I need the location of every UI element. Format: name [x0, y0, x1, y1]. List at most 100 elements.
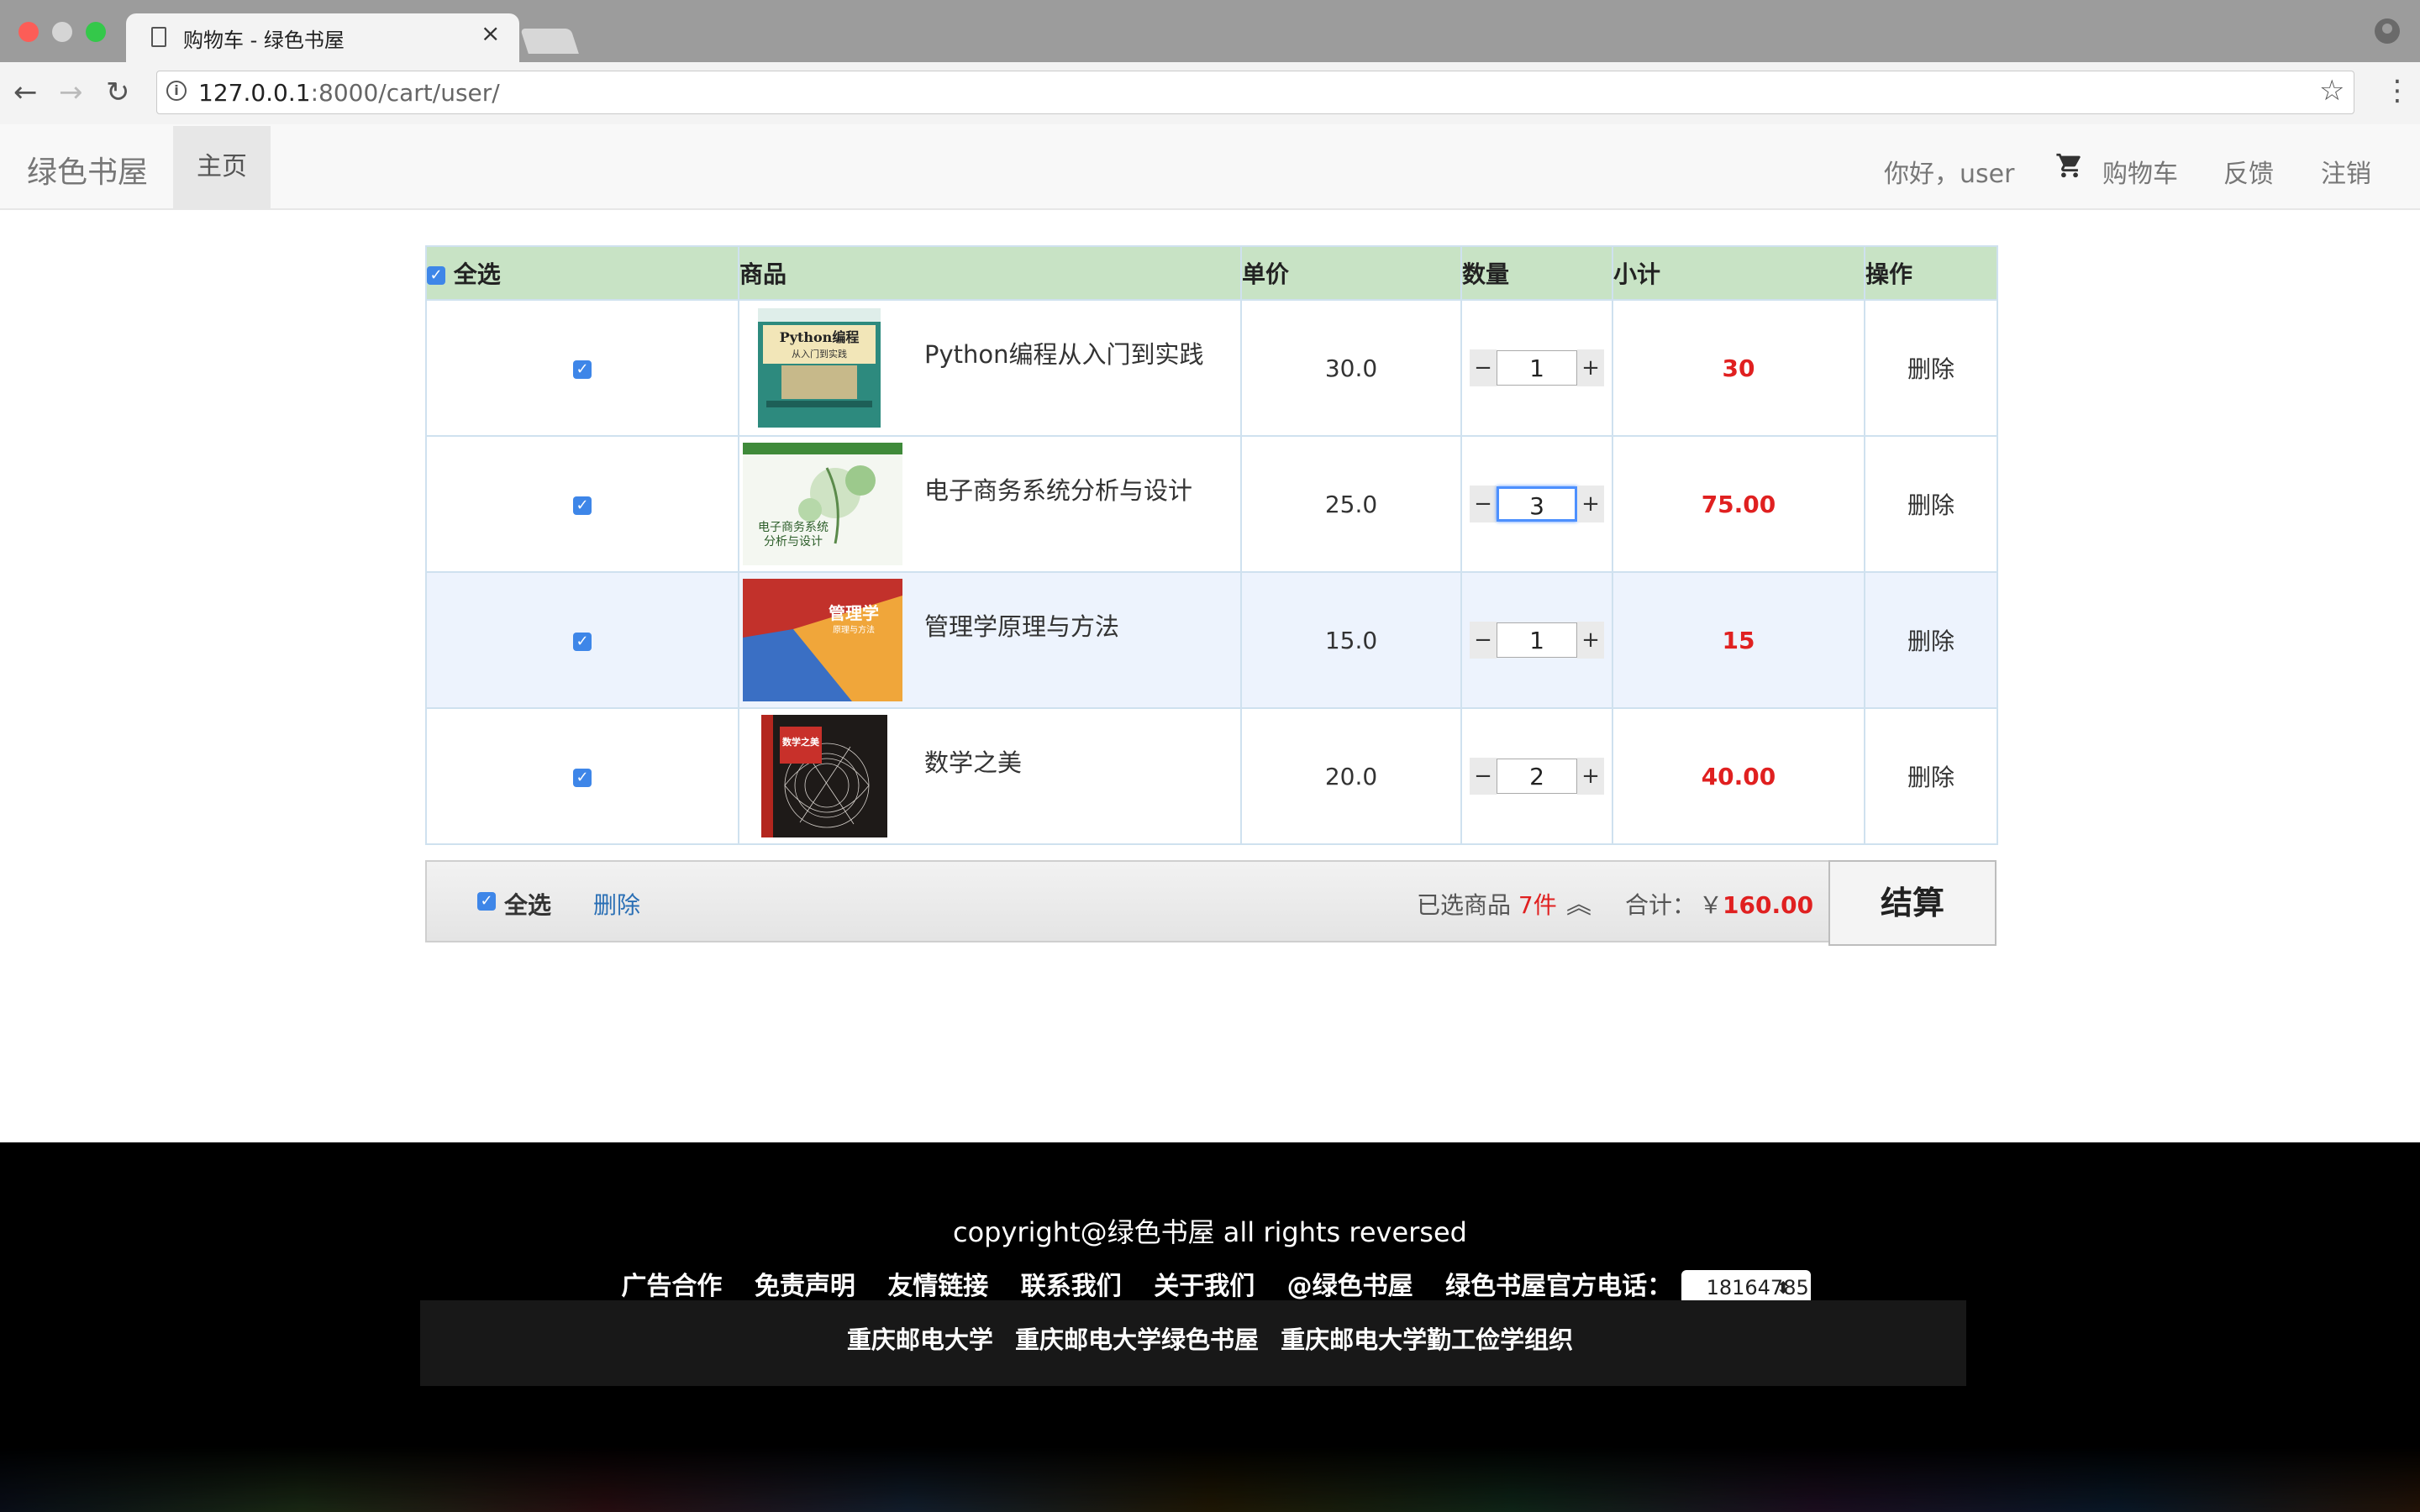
footer-link-ads[interactable]: 广告合作: [621, 1272, 722, 1301]
footer-decoration: [0, 1445, 2420, 1512]
increase-button[interactable]: +: [1577, 758, 1604, 795]
decrease-button[interactable]: −: [1470, 486, 1497, 522]
decrease-button[interactable]: −: [1470, 622, 1497, 659]
cart-table: ✓ 全选 商品 单价 数量 小计 操作 ✓ Python编程 从入门到实践 Py…: [425, 245, 1998, 845]
header-select-all[interactable]: ✓ 全选: [425, 245, 739, 301]
quantity-stepper: − 3 +: [1470, 486, 1604, 522]
new-tab-button[interactable]: [520, 29, 579, 54]
cover-subtitle: 从入门到实践: [792, 348, 847, 360]
quantity-input[interactable]: 1: [1497, 350, 1577, 386]
row-subtotal: 15: [1612, 571, 1865, 709]
footer-link-disclaimer[interactable]: 免责声明: [755, 1272, 855, 1301]
summary-select-all-checkbox[interactable]: ✓: [477, 892, 496, 911]
delete-link[interactable]: 删除: [1864, 707, 1998, 845]
unit-price: 15.0: [1240, 571, 1462, 709]
footer-link-about[interactable]: 关于我们: [1154, 1272, 1255, 1301]
cover-subtitle: 分析与设计: [764, 535, 823, 549]
checkout-button[interactable]: 结算: [1828, 860, 1996, 946]
table-row: ✓ 数学之美 数学之美 20.0 − 2 + 40.00 删除: [425, 707, 1998, 845]
goods-name[interactable]: Python编程从入门到实践: [924, 335, 1204, 370]
header-select-all-label: 全选: [453, 260, 501, 288]
book-cover-image[interactable]: 电子商务系统 分析与设计: [743, 443, 902, 565]
tab-close-icon[interactable]: ×: [481, 22, 500, 45]
info-icon[interactable]: i: [166, 81, 187, 101]
row-subtotal: 30: [1612, 299, 1865, 437]
partner-link-work-study[interactable]: 重庆邮电大学勤工俭学组织: [1281, 1326, 1573, 1354]
book-cover-image[interactable]: 数学之美: [761, 715, 887, 837]
header-quantity: 数量: [1460, 245, 1613, 301]
selected-count: 7件: [1518, 891, 1557, 919]
quantity-input[interactable]: 3: [1497, 486, 1577, 522]
footer-phone-label: 绿色书屋官方电话：: [1445, 1272, 1673, 1301]
delete-link[interactable]: 删除: [1864, 435, 1998, 573]
currency-symbol: ￥: [1699, 891, 1723, 919]
footer-link-friends[interactable]: 友情链接: [887, 1272, 988, 1301]
row-checkbox[interactable]: ✓: [573, 496, 592, 515]
bookmark-star-icon[interactable]: ☆: [2319, 74, 2344, 108]
quantity-stepper: − 1 +: [1470, 349, 1604, 386]
delete-link[interactable]: 删除: [1864, 571, 1998, 709]
reload-icon[interactable]: ↻: [106, 72, 130, 113]
back-arrow-icon[interactable]: ←: [13, 72, 38, 113]
increase-button[interactable]: +: [1577, 349, 1604, 386]
goods-name[interactable]: 数学之美: [924, 743, 1022, 779]
cover-title: Python编程: [780, 329, 860, 345]
selected-label: 已选商品: [1417, 891, 1512, 919]
nav-feedback[interactable]: 反馈: [2223, 153, 2274, 190]
delete-link[interactable]: 删除: [1864, 299, 1998, 437]
cover-title: 数学之美: [782, 736, 820, 748]
url-host: 127.0.0.1: [198, 79, 311, 107]
partner-link-cqupt[interactable]: 重庆邮电大学: [847, 1326, 993, 1354]
cover-title: 管理学: [829, 603, 879, 623]
footer-link-contact[interactable]: 联系我们: [1021, 1272, 1122, 1301]
nav-cart[interactable]: 购物车: [2102, 153, 2178, 190]
forward-arrow-icon[interactable]: →: [59, 72, 83, 113]
browser-menu-icon[interactable]: ⋮: [2383, 74, 2412, 108]
row-checkbox[interactable]: ✓: [573, 632, 592, 651]
partner-link-green-bookhouse[interactable]: 重庆邮电大学绿色书屋: [1015, 1326, 1259, 1354]
quantity-input[interactable]: 2: [1497, 759, 1577, 794]
nav-home[interactable]: 主页: [173, 126, 271, 208]
table-row: ✓ 管理学 原理与方法 管理学原理与方法 15.0 − 1 + 15 删除: [425, 571, 1998, 709]
goods-name[interactable]: 电子商务系统分析与设计: [924, 471, 1192, 507]
window-maximize-button[interactable]: [86, 22, 106, 42]
quantity-input[interactable]: 1: [1497, 622, 1577, 658]
row-checkbox[interactable]: ✓: [573, 768, 592, 787]
window-minimize-button[interactable]: [52, 22, 72, 42]
url-text[interactable]: 127.0.0.1:8000/cart/user/: [198, 79, 500, 107]
table-header-row: ✓ 全选 商品 单价 数量 小计 操作: [425, 245, 1998, 301]
decrease-button[interactable]: −: [1470, 758, 1497, 795]
chevron-up-icon[interactable]: ︽: [1566, 884, 1591, 921]
row-checkbox[interactable]: ✓: [573, 360, 592, 379]
header-goods: 商品: [738, 245, 1242, 301]
total-amount: ￥160.00: [1699, 887, 1813, 921]
increase-button[interactable]: +: [1577, 486, 1604, 522]
book-cover-image[interactable]: Python编程 从入门到实践: [756, 307, 882, 429]
user-greeting[interactable]: 你好，user: [1884, 153, 2014, 190]
copyright-text: copyright@绿色书屋 all rights reversed: [953, 1216, 1467, 1248]
footer-link-weibo[interactable]: @绿色书屋: [1287, 1272, 1413, 1301]
goods-name[interactable]: 管理学原理与方法: [924, 607, 1119, 643]
profile-icon[interactable]: [2375, 18, 2400, 44]
header-unit-price: 单价: [1240, 245, 1462, 301]
summary-delete-link[interactable]: 删除: [593, 887, 640, 921]
increase-button[interactable]: +: [1577, 622, 1604, 659]
total-label: 合计：: [1625, 891, 1697, 919]
quantity-stepper: − 1 +: [1470, 622, 1604, 659]
unit-price: 20.0: [1240, 707, 1462, 845]
cover-title: 电子商务系统: [758, 521, 829, 534]
window-close-button[interactable]: [18, 22, 39, 42]
decrease-button[interactable]: −: [1470, 349, 1497, 386]
book-cover-image[interactable]: 管理学 原理与方法: [743, 579, 902, 701]
nav-logout[interactable]: 注销: [2321, 153, 2371, 190]
total-value: 160.00: [1723, 891, 1814, 919]
footer-links: 广告合作 免责声明 友情链接 联系我们 关于我们 @绿色书屋 绿色书屋官方电话：…: [0, 1265, 2420, 1305]
unit-price: 25.0: [1240, 435, 1462, 573]
cart-icon[interactable]: [2055, 151, 2084, 186]
url-path: :8000/cart/user/: [310, 79, 500, 107]
header-subtotal: 小计: [1612, 245, 1865, 301]
select-all-checkbox[interactable]: ✓: [427, 266, 445, 285]
site-brand[interactable]: 绿色书屋: [27, 148, 148, 192]
summary-select-all-label[interactable]: 全选: [504, 887, 551, 921]
unit-price: 30.0: [1240, 299, 1462, 437]
